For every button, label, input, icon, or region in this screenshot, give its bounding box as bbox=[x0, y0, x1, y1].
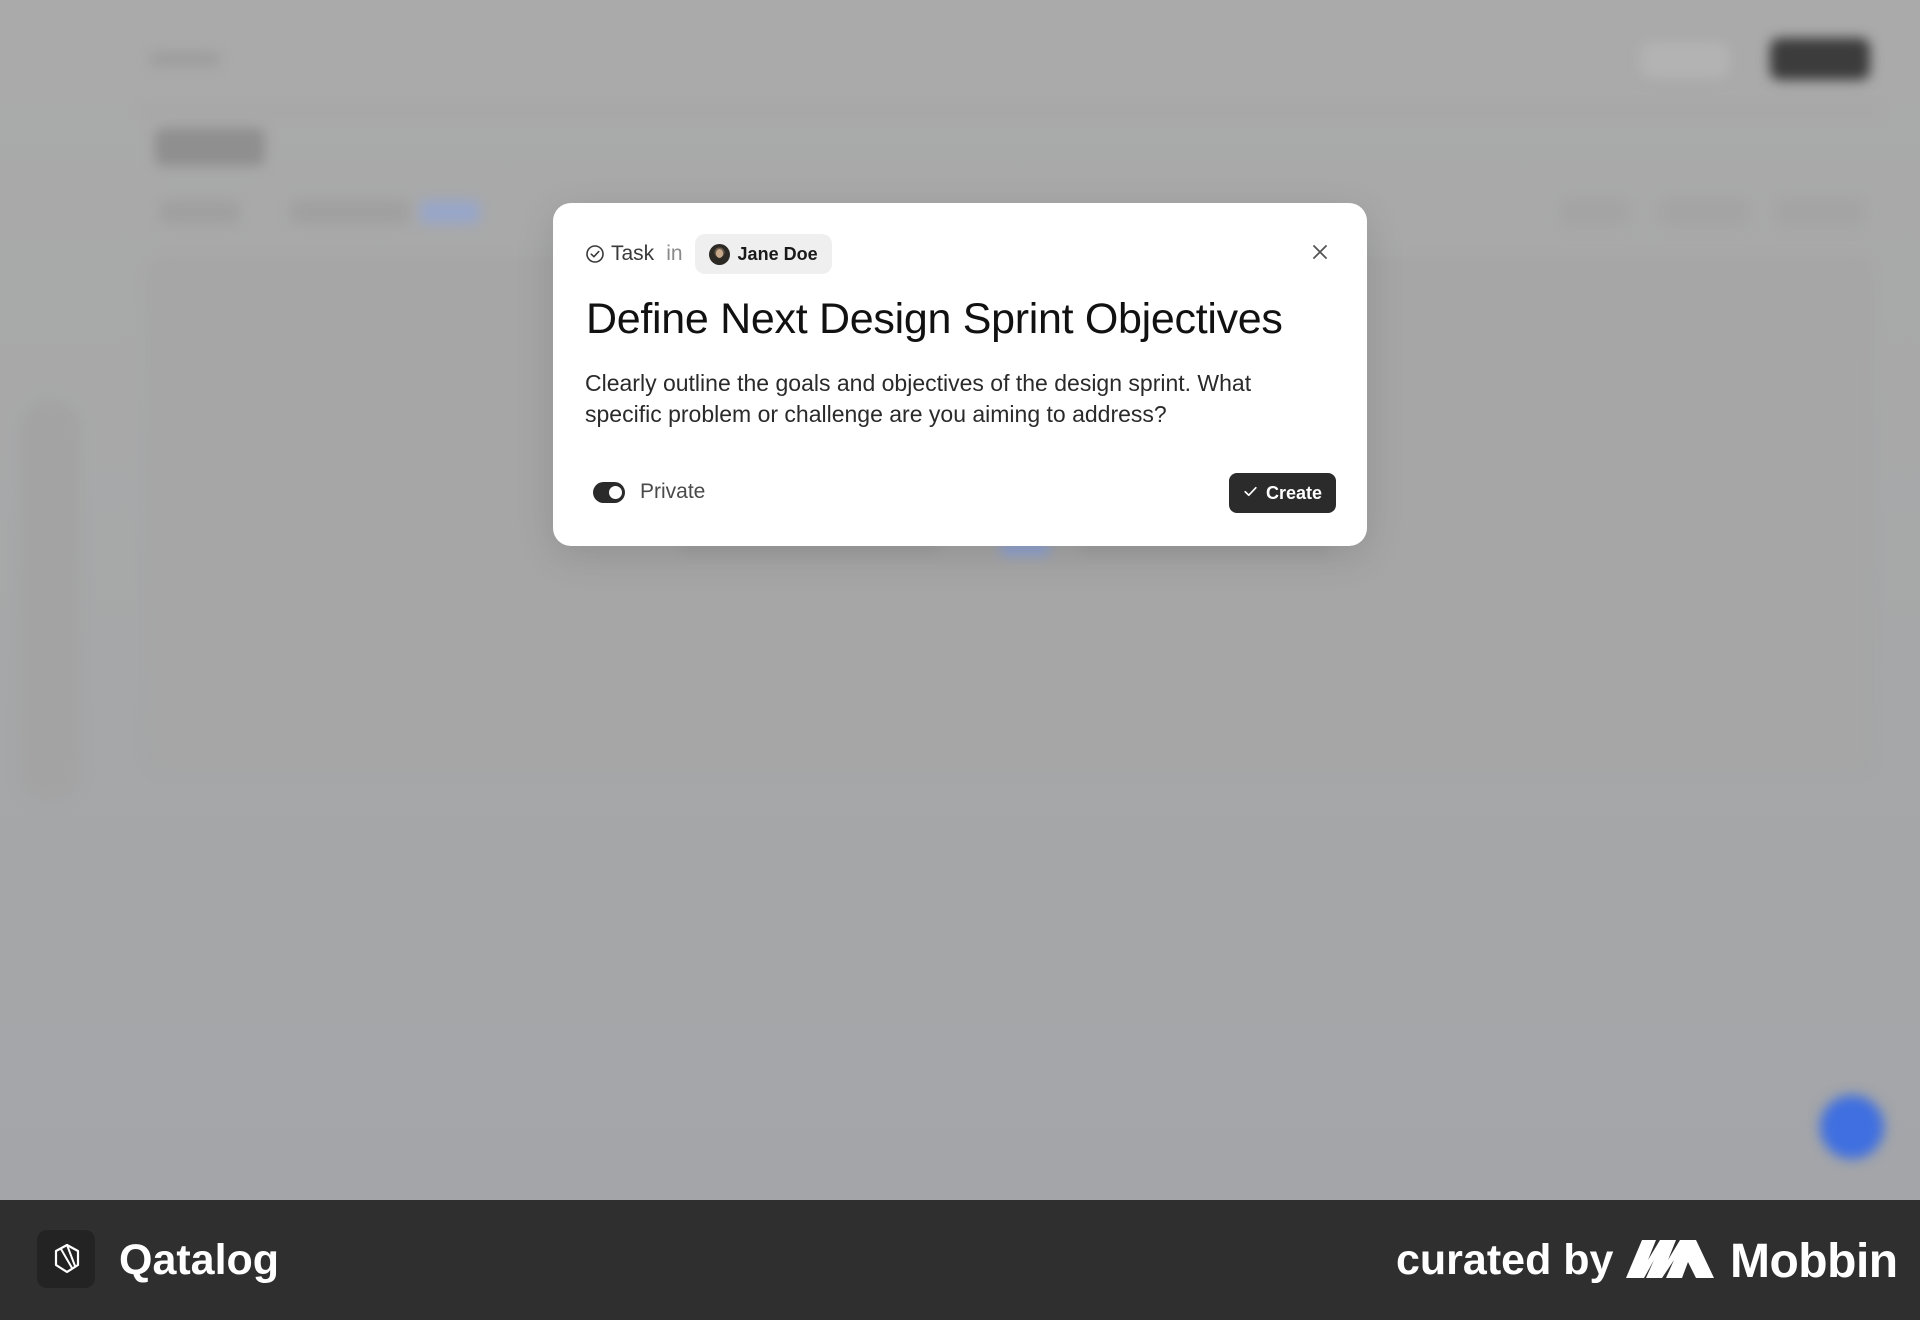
toggle-knob bbox=[609, 485, 622, 499]
dialog-header: Task in Jane Doe bbox=[585, 233, 832, 275]
bg-toolbar-button bbox=[1560, 198, 1630, 226]
bg-breadcrumb bbox=[150, 52, 220, 66]
owner-name: Jane Doe bbox=[737, 243, 818, 264]
blurred-page-content bbox=[0, 0, 1920, 1200]
bg-filter bbox=[290, 200, 410, 224]
avatar bbox=[708, 243, 730, 265]
private-toggle[interactable] bbox=[593, 481, 625, 503]
background-app-overlay bbox=[0, 0, 1920, 1200]
create-button-label: Create bbox=[1265, 482, 1323, 503]
bg-toolbar-button bbox=[1660, 198, 1750, 226]
owner-selector[interactable]: Jane Doe bbox=[694, 234, 832, 274]
task-title-input[interactable]: Define Next Design Sprint Objectives bbox=[586, 295, 1283, 344]
bg-primary-button bbox=[1770, 38, 1870, 80]
in-label: in bbox=[666, 242, 683, 265]
close-button[interactable] bbox=[1307, 241, 1333, 267]
bg-filter-accent bbox=[420, 200, 480, 224]
bg-side-rail bbox=[20, 400, 80, 800]
bg-filter bbox=[160, 200, 240, 224]
bg-secondary-button bbox=[1640, 42, 1730, 78]
bg-toolbar-button bbox=[1775, 198, 1865, 226]
mobbin-logo-icon bbox=[1626, 1238, 1716, 1280]
check-icon bbox=[1243, 483, 1258, 504]
task-description-input[interactable]: Clearly outline the goals and objectives… bbox=[585, 368, 1305, 430]
private-label: Private bbox=[640, 480, 706, 503]
task-type-selector[interactable]: Task bbox=[585, 242, 654, 266]
qatalog-logo-icon bbox=[37, 1230, 95, 1288]
app-name: Qatalog bbox=[119, 1236, 280, 1284]
bg-page-heading bbox=[155, 128, 265, 166]
private-setting: Private bbox=[593, 480, 705, 504]
check-circle-icon bbox=[585, 244, 605, 264]
create-task-dialog: Task in Jane Doe Define Next Design Spri… bbox=[553, 203, 1367, 546]
close-icon bbox=[1311, 243, 1329, 266]
task-type-label: Task bbox=[611, 242, 655, 265]
brand-name: Mobbin bbox=[1730, 1235, 1898, 1288]
curated-by-label: curated by bbox=[1396, 1236, 1614, 1284]
bg-floating-action-button bbox=[1820, 1095, 1884, 1159]
bg-divider bbox=[140, 110, 1880, 112]
create-button[interactable]: Create bbox=[1229, 473, 1336, 513]
